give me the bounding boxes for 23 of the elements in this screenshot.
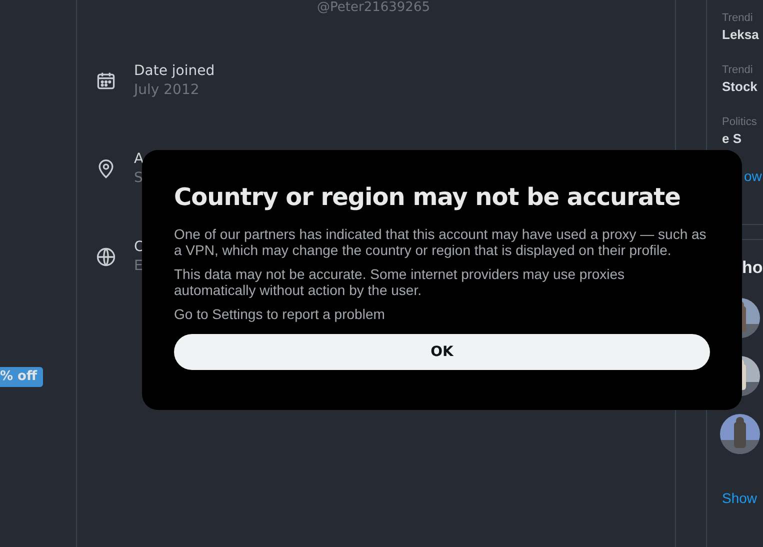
ok-button[interactable]: OK [174, 334, 710, 370]
trend-category: Trendi [722, 63, 754, 78]
detail-value: S [134, 169, 144, 188]
trend-title[interactable]: Leksa [722, 26, 763, 44]
dialog-text: One of our partners has indicated that this account may have used a proxy — such as a VPN, which may change the country or region that is displayed on their profile. [174, 226, 708, 258]
dialog-title: Country or region may not be accurate [174, 182, 682, 213]
trend-category: Trendi [722, 11, 754, 26]
trend-title[interactable]: Stock [722, 78, 763, 96]
calendar-icon [95, 70, 117, 92]
show-more-link[interactable]: ow [744, 168, 762, 184]
section-title: ho [742, 258, 763, 278]
detail-value: E [134, 257, 144, 276]
show-more-link[interactable]: Show [722, 490, 763, 506]
dialog-text: This data may not be accurate. Some internet providers may use proxies automatically without action by the user. [174, 266, 626, 298]
discount-badge: % off [0, 367, 44, 387]
detail-label: Date joined [134, 62, 215, 80]
detail-label: A [134, 150, 144, 168]
trend-category: Politics [722, 115, 758, 130]
detail-value: July 2012 [134, 81, 200, 100]
profile-handle: @Peter21639265 [316, 0, 431, 16]
globe-icon [95, 246, 117, 268]
dialog-text: Go to Settings to report a problem [174, 306, 386, 322]
trend-title[interactable]: e S [722, 130, 763, 148]
